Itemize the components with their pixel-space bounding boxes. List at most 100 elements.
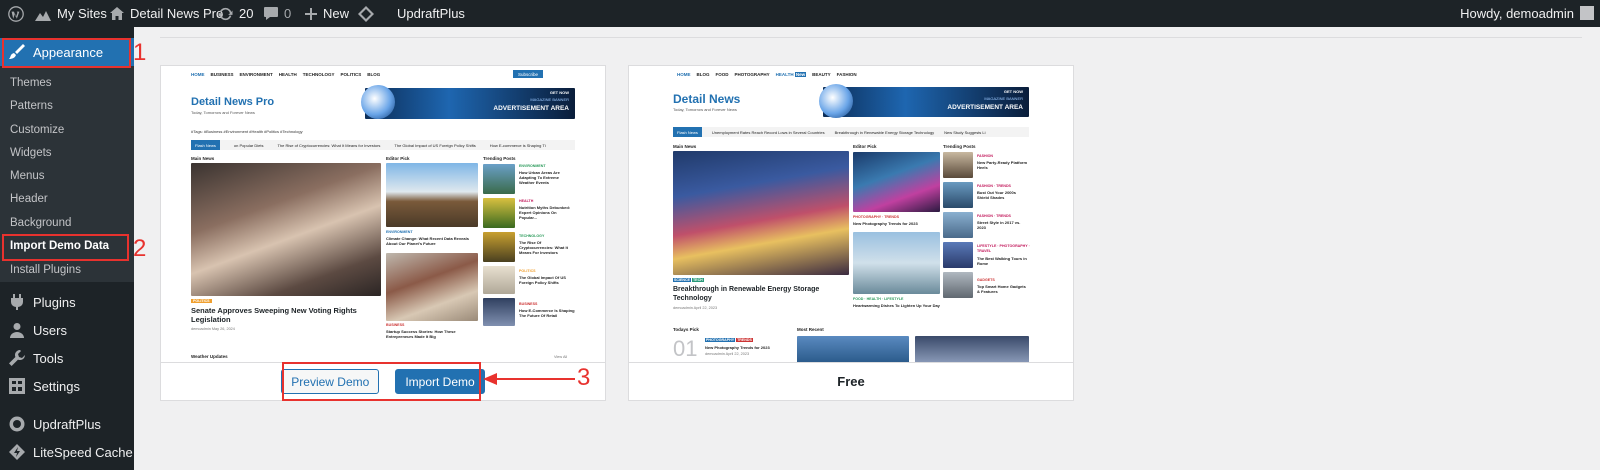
trending-category: ENVIRONMENT [519, 164, 546, 168]
trending-title: Street Style in 2017 vs. 2023 [977, 220, 1021, 230]
updates-link[interactable]: 20 [218, 0, 253, 27]
comments-link[interactable]: 0 [264, 0, 291, 27]
submenu-customize[interactable]: Customize [10, 124, 64, 136]
trending-category: FASHION [977, 154, 993, 158]
pricing-label: Free [837, 374, 865, 389]
editor-pick-photo-2 [386, 253, 478, 321]
main-news-category: POLITICS [191, 299, 212, 303]
trending-thumb [483, 232, 515, 262]
menu-litespeed-cache[interactable]: LiteSpeed Cache [0, 438, 134, 466]
submenu-themes[interactable]: Themes [10, 77, 52, 89]
flash-label: Flash News [673, 127, 702, 137]
trending-thumb [483, 298, 515, 326]
globe-graphic [361, 85, 395, 119]
flash-item: Unemployment Rates Reach Record Lows in … [711, 129, 825, 135]
preview-nav: HOME BUSINESS ENVIRONMENT HEALTH TECHNOL… [191, 72, 380, 77]
site-name-label: Detail News Pro [130, 6, 224, 21]
submenu-patterns[interactable]: Patterns [10, 100, 53, 112]
flash-item: How E-commerce is Shaping Ti [489, 142, 546, 148]
todays-pick-heading: Todays Pick [673, 327, 699, 332]
new-badge: New [794, 72, 807, 77]
main-news-meta: demoadmin April 22, 2023 [673, 306, 718, 310]
trending-heading: Trending Posts [943, 144, 976, 149]
flash-item: The Global Impact of US Foreign Policy S… [394, 142, 476, 148]
annotation-box-import-demo-data [2, 234, 129, 261]
annotation-box-buttons [282, 362, 481, 401]
wrench-icon [9, 350, 25, 366]
view-all-link: View All [554, 355, 568, 359]
site-tagline: Today, Tomorrow and Forever News [673, 107, 737, 112]
category-badge: PHOTOGRAPHY [705, 338, 736, 342]
demo-preview-screenshot[interactable]: HOME BLOG FOOD PHOTOGRAPHY HEALTH New BE… [629, 66, 1073, 363]
trending-title: New Party-Ready Platform Heels [977, 160, 1028, 170]
demo-preview-screenshot[interactable]: HOME BUSINESS ENVIRONMENT HEALTH TECHNOL… [161, 66, 605, 363]
menu-updraftplus[interactable]: UpdraftPlus [0, 410, 134, 438]
nav-item: PHOTOGRAPHY [734, 72, 770, 77]
submenu-widgets[interactable]: Widgets [10, 147, 52, 159]
menu-users-label: Users [33, 322, 67, 338]
ad-banner: GET NOW MAGAZINE BANNER ADVERTISEMENT AR… [361, 85, 575, 119]
trending-category: BUSINESS [519, 302, 538, 306]
editor-pick-heading: Editor Pick [386, 156, 410, 161]
category-badge: SCIENCE [673, 278, 691, 282]
trending-title: Nutrition Myths Debunked: Expert Opinion… [519, 205, 571, 220]
trending-category: FASHION · TRENDS [977, 184, 1011, 188]
trending-category: HEALTH [519, 199, 534, 203]
weather-heading: Weather Updates [191, 354, 228, 359]
flash-news-bar: Flash News Unemployment Rates Reach Reco… [673, 127, 1029, 137]
wordpress-logo-icon[interactable] [8, 0, 24, 27]
editor-pick-category: ENVIRONMENT [386, 230, 413, 234]
users-icon [10, 323, 24, 338]
plugin-icon [11, 294, 23, 310]
category-badge: TECH [691, 278, 704, 282]
updraftplus-label: UpdraftPlus [397, 6, 465, 21]
ad-sub: MAGAZINE BANNER [530, 97, 569, 102]
submenu-menus[interactable]: Menus [10, 170, 45, 182]
updates-count: 20 [239, 6, 254, 21]
menu-tools[interactable]: Tools [0, 344, 134, 372]
trending-thumb [943, 152, 973, 178]
main-news-photo [673, 151, 849, 275]
submenu-background[interactable]: Background [10, 217, 71, 229]
nav-item: POLITICS [340, 72, 362, 77]
avatar[interactable] [1580, 6, 1594, 20]
main-news-categories: SCIENCE TECH [673, 278, 704, 282]
nav-item: BUSINESS [210, 72, 234, 77]
nav-item: BLOG [696, 72, 710, 77]
flash-item: New Study Suggests Li [944, 129, 986, 135]
demo-card-detail-news-pro: HOME BUSINESS ENVIRONMENT HEALTH TECHNOL… [160, 65, 606, 401]
trending-thumb [483, 164, 515, 194]
main-content: HOME BUSINESS ENVIRONMENT HEALTH TECHNOL… [134, 27, 1600, 470]
ad-sub: MAGAZINE BANNER [984, 96, 1023, 101]
trending-title: Top Smart Home Gadgets & Features [977, 284, 1026, 294]
comment-icon [264, 7, 278, 20]
site-name-link[interactable]: Detail News Pro [110, 0, 223, 27]
comments-count: 0 [284, 6, 292, 21]
menu-settings[interactable]: Settings [0, 372, 134, 400]
trending-thumb [483, 266, 515, 294]
my-sites-icon [35, 10, 51, 21]
submenu-header[interactable]: Header [10, 193, 48, 205]
updraftplus-menu-icon [9, 416, 25, 432]
pick-meta: demoadmin April 22, 2023 [705, 352, 750, 356]
menu-plugins[interactable]: Plugins [0, 288, 134, 316]
editor-pick-category: PHOTOGRAPHY · TRENDS [853, 215, 899, 219]
pick-title: New Photography Trends for 2023 [705, 345, 770, 350]
submenu-install-plugins[interactable]: Install Plugins [10, 264, 81, 276]
trending-title: The Best Walking Tours in Rome [977, 256, 1027, 266]
menu-users[interactable]: Users [0, 316, 134, 344]
new-content-link[interactable]: New [305, 0, 349, 27]
editor-pick-category: FOOD · HEALTH · LIFESTYLE [853, 297, 904, 301]
updraftplus-adminbar-link[interactable]: UpdraftPlus [358, 0, 465, 27]
menu-updraftplus-label: UpdraftPlus [33, 416, 101, 432]
account-menu[interactable]: Howdy, demoadmin [1460, 0, 1574, 27]
editor-pick-category: BUSINESS [386, 323, 405, 327]
flash-item: The Rise of Cryptocurrencies: What It Me… [277, 142, 381, 148]
trending-title: How E-Commerce Is Shaping The Future Of … [519, 308, 575, 318]
flash-item: Breakthrough in Renewable Energy Storage… [834, 129, 935, 135]
my-sites-link[interactable]: My Sites [35, 0, 107, 27]
home-icon [110, 7, 124, 20]
ad-cta: GET NOW [1003, 89, 1023, 94]
annotation-box-appearance [2, 38, 131, 68]
nav-item: HOME [191, 72, 205, 77]
